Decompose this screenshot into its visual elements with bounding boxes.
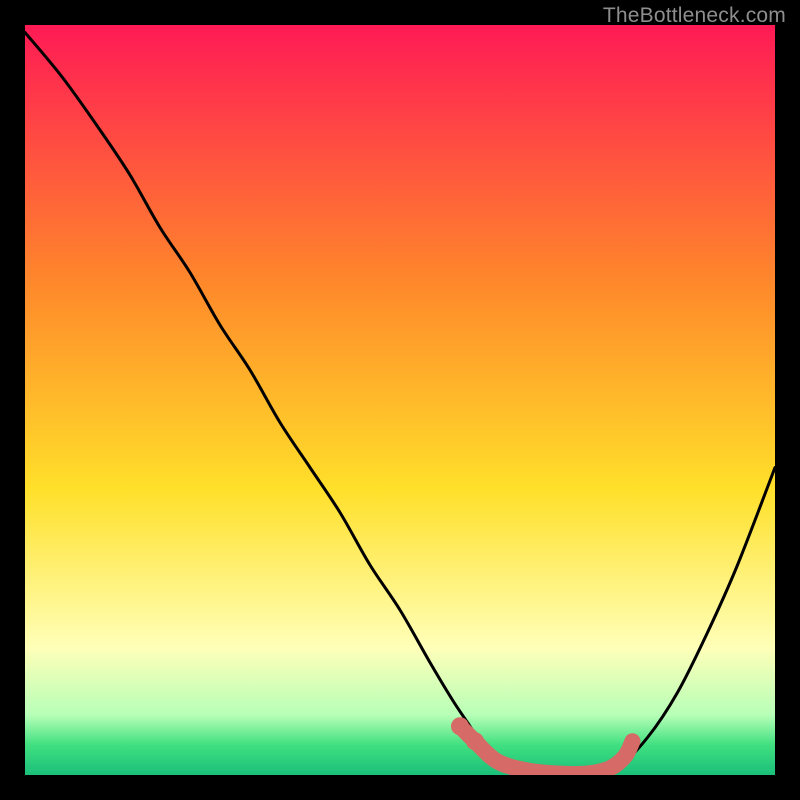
plot-area <box>25 25 775 775</box>
watermark-text: TheBottleneck.com <box>603 4 786 28</box>
outer-frame: TheBottleneck.com <box>0 0 800 800</box>
highlight-dot <box>451 717 469 735</box>
bottleneck-curve <box>25 33 775 776</box>
curve-layer <box>25 25 775 775</box>
highlight-dot <box>466 732 484 750</box>
highlight-markers <box>460 726 633 774</box>
